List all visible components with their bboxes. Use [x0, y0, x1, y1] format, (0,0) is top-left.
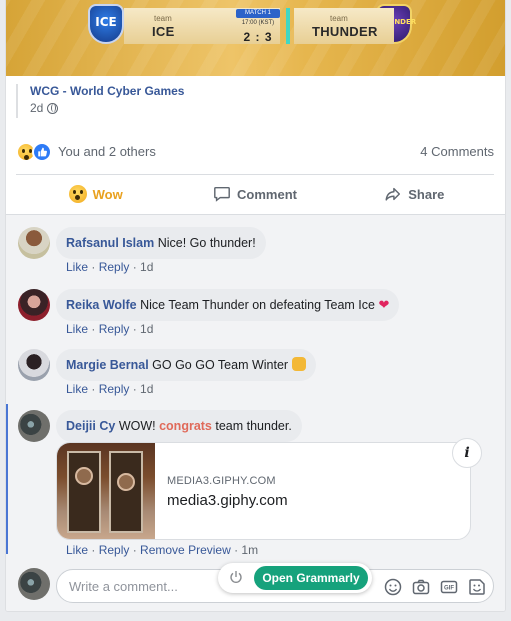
comment-time[interactable]: 1d	[140, 382, 153, 396]
comment-author[interactable]: Rafsanul Islam	[66, 236, 154, 250]
share-button[interactable]: Share	[335, 176, 494, 212]
link-preview-card[interactable]: MEDIA3.GIPHY.COM media3.giphy.com	[56, 442, 471, 540]
comment-time[interactable]: 1m	[241, 543, 258, 557]
reaction-icons[interactable]	[16, 142, 56, 162]
comment-label: Comment	[237, 186, 297, 202]
match-badge: MATCH 1	[236, 9, 280, 18]
like-link[interactable]: Like	[66, 260, 88, 274]
avatar[interactable]	[18, 410, 50, 442]
open-grammarly-button[interactable]: Open Grammarly	[254, 566, 368, 590]
left-team-name: ICE	[152, 24, 175, 39]
wow-label: Wow	[92, 186, 123, 202]
comment-highlight: congrats	[159, 419, 212, 433]
comment-author[interactable]: Deijii Cy	[66, 419, 115, 433]
scoreboard: team ICE MATCH 1 17:00 (KST) 2 : 3 team …	[86, 4, 426, 46]
comment-text: WOW!	[118, 419, 156, 433]
share-icon	[385, 187, 401, 201]
comments-count[interactable]: 4 Comments	[420, 144, 494, 159]
svg-text:GIF: GIF	[444, 586, 454, 592]
comment-time[interactable]: 1d	[140, 260, 153, 274]
comment-text: Nice! Go thunder!	[157, 236, 256, 250]
post-age[interactable]: 2d	[30, 101, 43, 115]
comment-bubble: Rafsanul Islam Nice! Go thunder!	[56, 227, 266, 259]
preview-thumbnail	[57, 443, 155, 539]
like-reaction-icon	[32, 142, 52, 162]
scoreboard-divider	[286, 8, 290, 44]
emoji-icon[interactable]	[383, 577, 403, 597]
right-team-label: team	[330, 14, 348, 23]
action-bar: Wow Comment Share	[16, 176, 494, 212]
avatar[interactable]	[18, 349, 50, 381]
comment-text: Nice Team Thunder on defeating Team Ice	[140, 298, 375, 312]
post-card: ICE THUNDER team ICE MATCH 1 17:00 (KST)…	[5, 0, 506, 612]
divider	[16, 174, 494, 175]
camera-icon[interactable]	[411, 577, 431, 597]
thumbnail-ornament	[117, 473, 135, 491]
comment-author[interactable]: Reika Wolfe	[66, 298, 137, 312]
thumbnail-ornament	[75, 467, 93, 485]
thumbnail-door-right	[109, 451, 143, 533]
comment-meta: Like · Reply · 1d	[66, 322, 154, 336]
reactions-summary: You and 2 others 4 Comments	[16, 141, 494, 163]
source-name-link[interactable]: WCG - World Cyber Games	[30, 84, 184, 98]
left-team-label: team	[154, 14, 172, 23]
comment-bubble: Margie Bernal GO Go GO Team Winter	[56, 349, 316, 381]
match-banner-image[interactable]: ICE THUNDER team ICE MATCH 1 17:00 (KST)…	[6, 0, 505, 76]
sticker-icon[interactable]	[467, 577, 487, 597]
remove-preview-link[interactable]: Remove Preview	[140, 543, 231, 557]
comment-icon	[214, 186, 230, 202]
thumbnail-door-left	[67, 451, 101, 533]
globe-icon	[47, 102, 59, 114]
comment-bubble: Reika Wolfe Nice Team Thunder on defeati…	[56, 289, 400, 321]
comment-text-end: team thunder.	[215, 419, 292, 433]
gif-icon[interactable]: GIF	[439, 577, 459, 597]
comment-meta: Like · Reply · 1d	[66, 382, 154, 396]
info-button[interactable]: i	[452, 438, 482, 468]
comment-placeholder: Write a comment...	[69, 579, 178, 594]
own-avatar[interactable]	[18, 568, 50, 600]
scoreboard-right: team THUNDER	[294, 8, 394, 44]
like-link[interactable]: Like	[66, 382, 88, 396]
flexed-biceps-emoji	[291, 357, 306, 371]
reactions-text[interactable]: You and 2 others	[58, 144, 156, 159]
comment-meta: Like · Reply · Remove Preview · 1m	[66, 543, 259, 557]
like-link[interactable]: Like	[66, 322, 88, 336]
like-link[interactable]: Like	[66, 543, 88, 557]
match-time: 17:00 (KST)	[241, 20, 275, 26]
wow-button[interactable]: Wow	[16, 176, 175, 212]
grammarly-widget: Open Grammarly	[218, 563, 372, 593]
reply-link[interactable]: Reply	[99, 382, 130, 396]
wow-icon	[68, 185, 87, 203]
comment-bubble: Deijii Cy WOW! congrats team thunder.	[56, 410, 302, 442]
right-team-name: THUNDER	[312, 24, 378, 39]
avatar[interactable]	[18, 227, 50, 259]
heart-emoji: ❤	[378, 297, 390, 312]
reply-link[interactable]: Reply	[99, 322, 130, 336]
comment-button[interactable]: Comment	[175, 176, 334, 212]
comment-time[interactable]: 1d	[140, 322, 153, 336]
reply-link[interactable]: Reply	[99, 260, 130, 274]
avatar[interactable]	[18, 289, 50, 321]
link-source: WCG - World Cyber Games 2d	[16, 84, 184, 118]
comment-text: GO Go GO Team Winter	[152, 358, 289, 372]
post-meta: 2d	[30, 101, 184, 115]
preview-domain: MEDIA3.GIPHY.COM	[167, 475, 276, 487]
preview-title[interactable]: media3.giphy.com	[167, 492, 288, 509]
active-comment-indicator	[6, 404, 8, 554]
composer-icons: GIF	[383, 577, 487, 597]
share-label: Share	[408, 186, 445, 202]
comment-meta: Like · Reply · 1d	[66, 260, 154, 274]
match-score: 2 : 3	[243, 30, 273, 44]
power-icon[interactable]	[228, 569, 244, 585]
reply-link[interactable]: Reply	[99, 543, 130, 557]
comment-author[interactable]: Margie Bernal	[66, 358, 149, 372]
